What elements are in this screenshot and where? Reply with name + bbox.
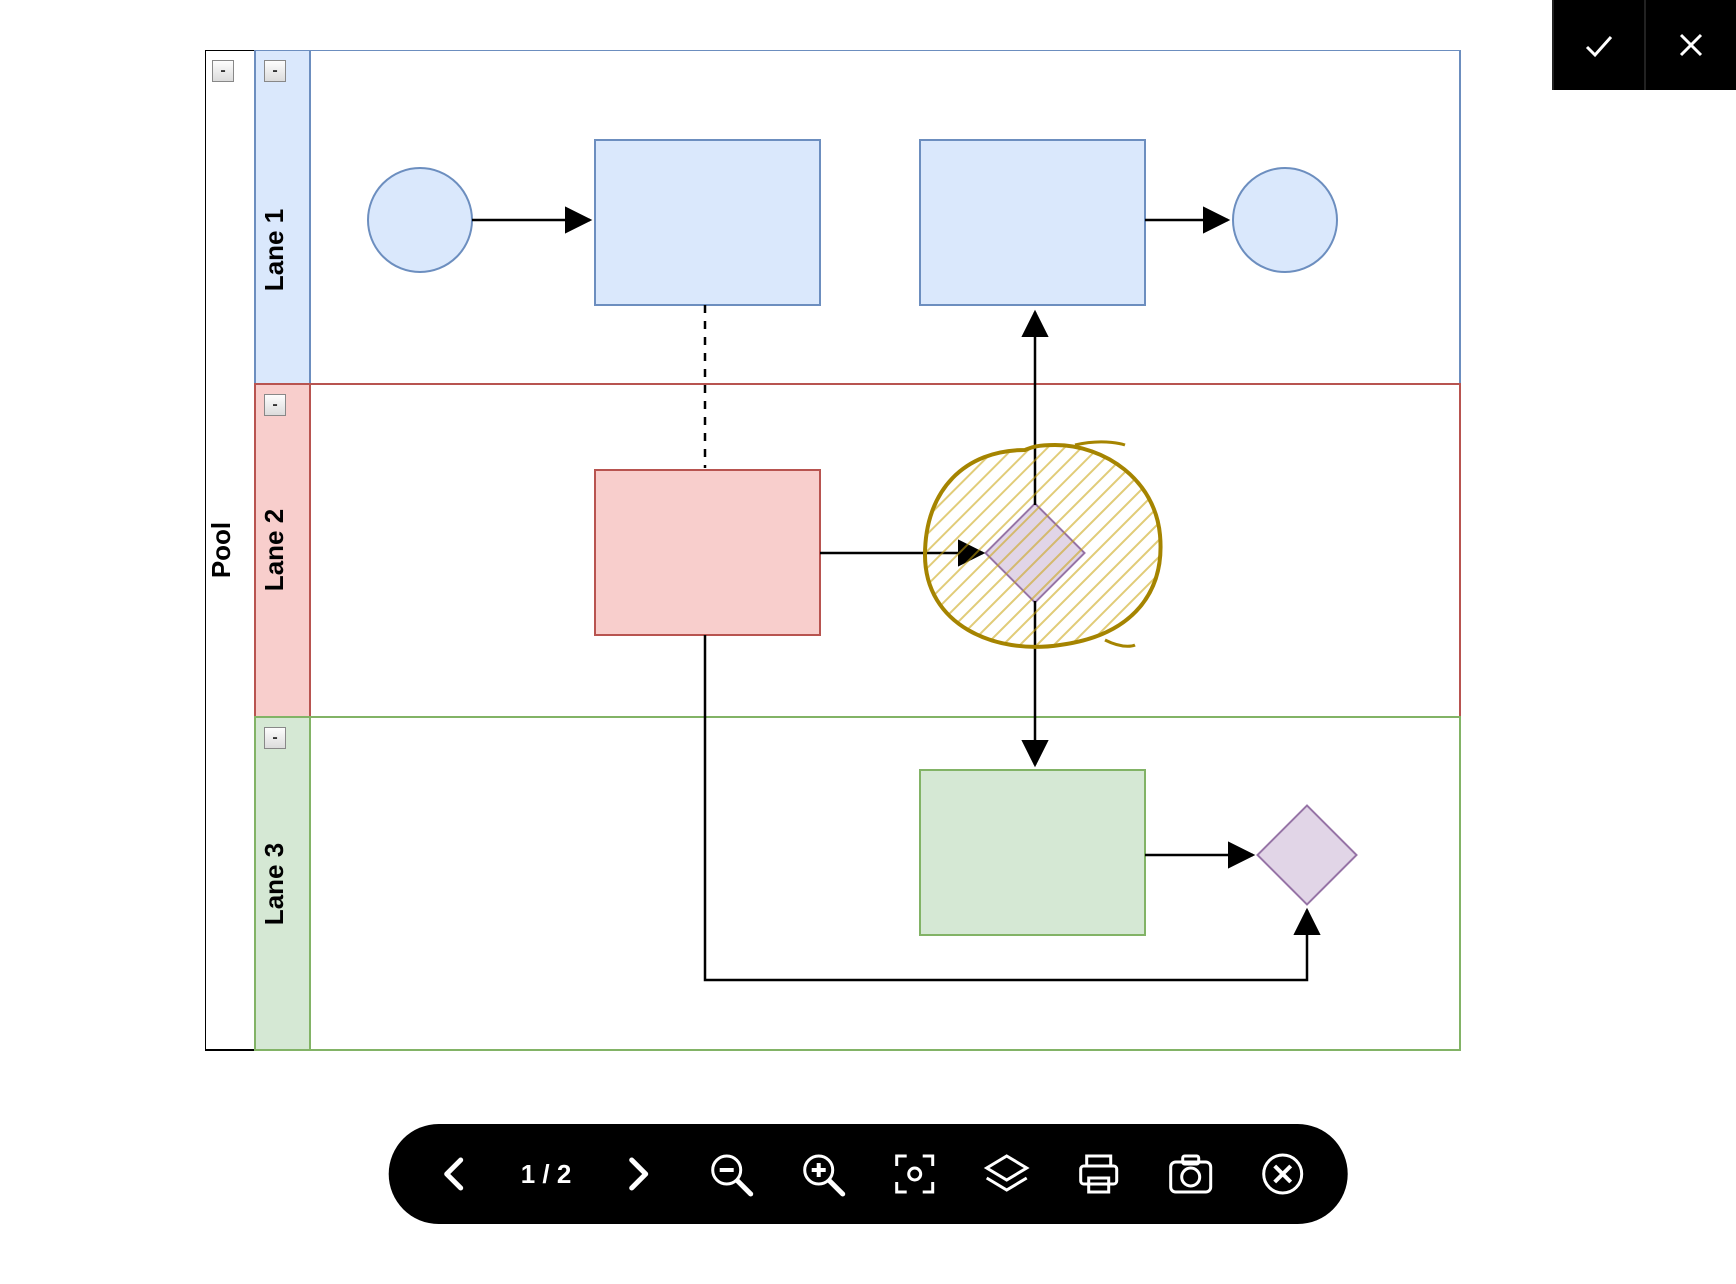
print-button[interactable] [1073, 1149, 1123, 1199]
end-event-circle[interactable] [1233, 168, 1337, 272]
lane-2-body[interactable] [310, 384, 1460, 717]
lane-1-label: Lane 1 [259, 209, 289, 291]
layers-icon [982, 1150, 1030, 1198]
fullscreen-target-icon [890, 1150, 938, 1198]
lane-3[interactable]: Lane 3 - [255, 717, 1460, 1050]
zoom-out-icon [706, 1150, 754, 1198]
confirm-button[interactable] [1552, 0, 1644, 90]
zoom-in-icon [798, 1150, 846, 1198]
lane-3-collapse-button[interactable]: - [264, 727, 286, 749]
cancel-button[interactable] [1644, 0, 1736, 90]
pool-collapse-button[interactable]: - [212, 60, 234, 82]
lane-2-collapse-button[interactable]: - [264, 394, 286, 416]
lane-2-label: Lane 2 [259, 509, 289, 591]
close-icon [1671, 25, 1711, 65]
lane3-task-rect[interactable] [920, 770, 1145, 935]
chevron-left-icon [439, 1154, 469, 1194]
next-page-button[interactable] [613, 1149, 663, 1199]
zoom-out-button[interactable] [705, 1149, 755, 1199]
camera-button[interactable] [1165, 1149, 1215, 1199]
lane1-task1-rect[interactable] [595, 140, 820, 305]
lane-2[interactable]: Lane 2 - [255, 384, 1460, 717]
lane-3-label: Lane 3 [259, 843, 289, 925]
viewer-toolbar: 1 / 2 [389, 1124, 1348, 1224]
prev-page-button[interactable] [429, 1149, 479, 1199]
layers-button[interactable] [981, 1149, 1031, 1199]
freehand-highlight-annotation[interactable] [925, 442, 1161, 647]
top-action-bar [1552, 0, 1736, 90]
zoom-in-button[interactable] [797, 1149, 847, 1199]
start-event-circle[interactable] [368, 168, 472, 272]
diagram-canvas[interactable]: Pool - Lane 1 - Lane 2 - Lane 3 - [205, 50, 1461, 1052]
print-icon [1074, 1150, 1122, 1198]
page-indicator: 1 / 2 [521, 1159, 572, 1190]
fit-screen-button[interactable] [889, 1149, 939, 1199]
camera-icon [1166, 1150, 1214, 1198]
pool-title: Pool [206, 522, 236, 578]
close-toolbar-button[interactable] [1257, 1149, 1307, 1199]
close-circle-icon [1258, 1150, 1306, 1198]
lane1-task2-rect[interactable] [920, 140, 1145, 305]
lane-1-collapse-button[interactable]: - [264, 60, 286, 82]
lane2-task-rect[interactable] [595, 470, 820, 635]
chevron-right-icon [623, 1154, 653, 1194]
check-icon [1579, 25, 1619, 65]
